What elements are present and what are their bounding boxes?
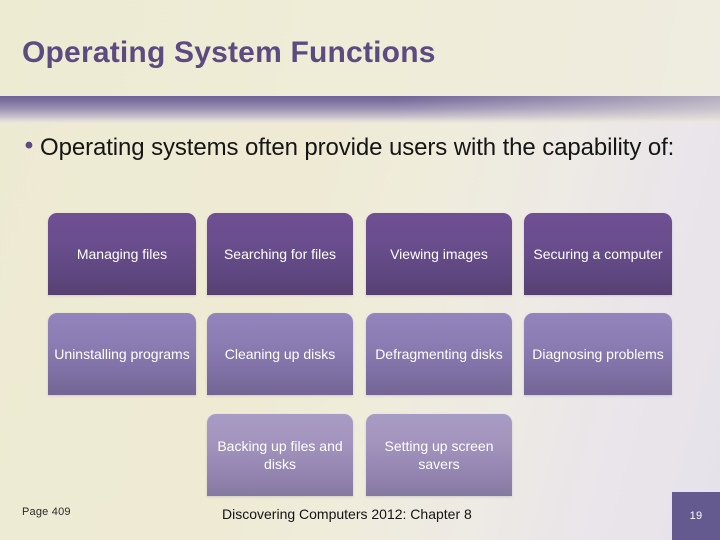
page-title: Operating System Functions (22, 36, 436, 69)
bullet-point-icon: • (24, 132, 34, 159)
source-citation-label: Discovering Computers 2012: Chapter 8 (222, 506, 472, 522)
page-reference-label: Page 409 (22, 506, 71, 518)
function-box: Securing a computer (524, 213, 672, 295)
function-box: Cleaning up disks (207, 313, 353, 395)
bullet-item-label: Operating systems often provide users wi… (40, 134, 675, 161)
function-box: Viewing images (366, 213, 512, 295)
function-box: Managing files (48, 213, 196, 295)
function-box: Searching for files (207, 213, 353, 295)
function-box: Defragmenting disks (366, 313, 512, 395)
bullet-list-item: • Operating systems often provide users … (18, 131, 698, 164)
slide-number-badge: 19 (672, 492, 720, 540)
function-box: Uninstalling programs (48, 313, 196, 395)
function-box: Backing up files and disks (207, 414, 353, 496)
bullet-block: • Operating systems often provide users … (18, 131, 698, 164)
function-box: Setting up screen savers (366, 414, 512, 496)
slide-canvas: Operating System Functions • Operating s… (0, 0, 720, 540)
title-divider-bar (0, 96, 720, 123)
function-box: Diagnosing problems (524, 313, 672, 395)
slide-number-label: 19 (689, 510, 703, 522)
